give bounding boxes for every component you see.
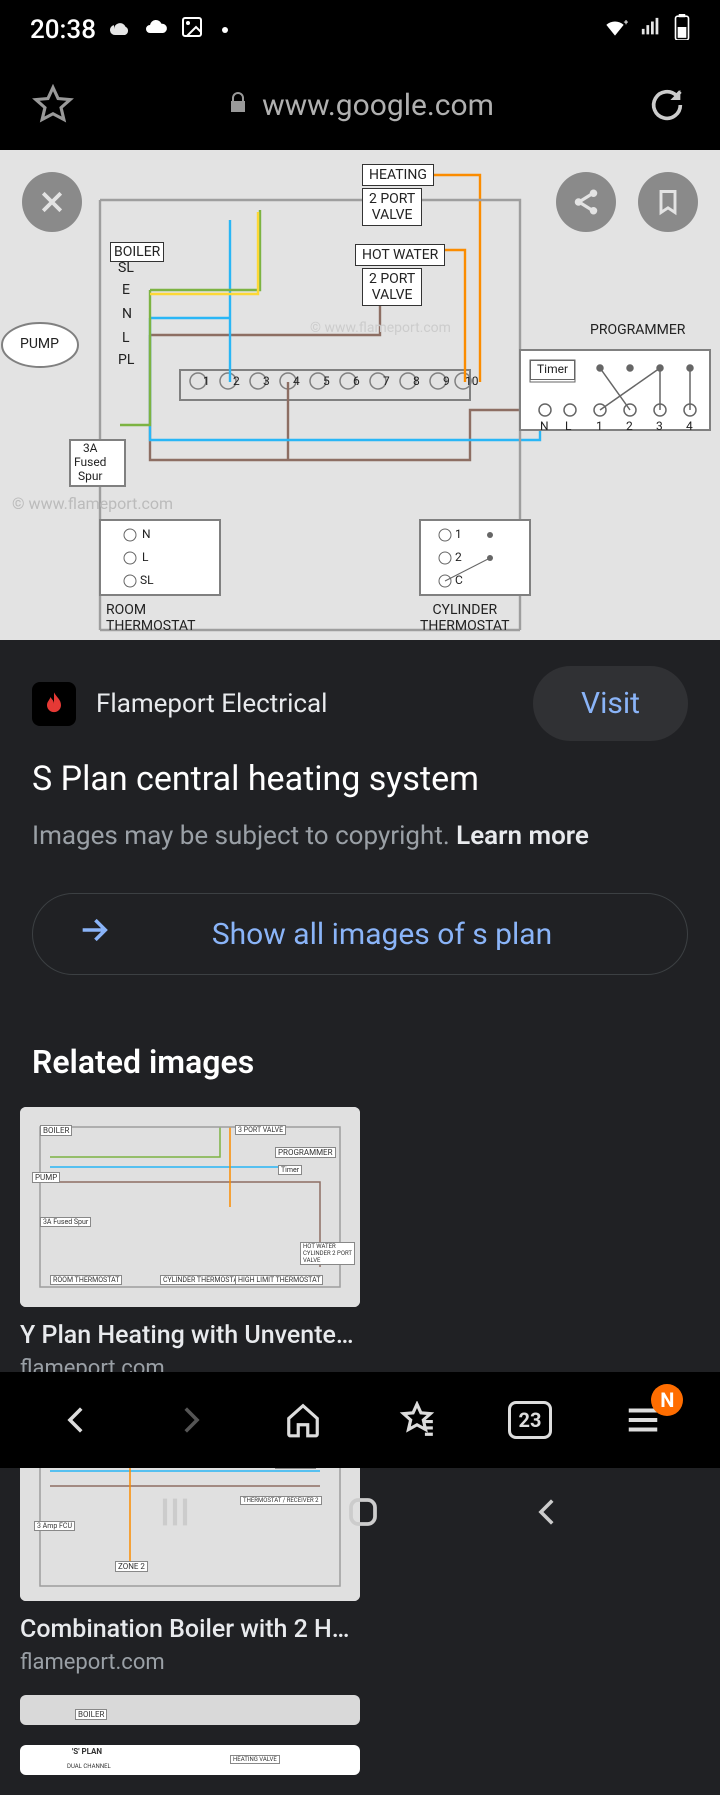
related-images-heading: Related images [0,1005,720,1107]
diagram-label-hotwater: HOT WATER [355,244,445,266]
tab-count: 23 [508,1401,552,1439]
diagram-room-L: L [142,551,148,565]
wifi-icon: + [602,14,628,47]
learn-more-link[interactable]: Learn more [456,821,589,851]
diagram-cyl-C: C [455,574,463,588]
source-name[interactable]: Flameport Electrical [96,689,327,719]
diagram-wc-2: 2 [233,375,240,389]
lock-icon [226,88,250,123]
browser-url-bar: www.google.com [0,60,720,150]
signal-icon [640,15,662,45]
bookmarks-button[interactable] [393,1396,441,1444]
system-nav-bar [0,1468,720,1560]
diagram-prog-2: 2 [626,420,633,434]
tabs-button[interactable]: 23 [506,1396,554,1444]
visit-label: Visit [581,686,640,721]
diagram-wc-9: 9 [443,375,450,389]
diagram-label-2port-2: 2 PORT VALVE [362,268,422,306]
related-image-item[interactable]: BOILER [20,1695,360,1725]
status-left: 20:38 [30,15,228,46]
diagram-prog-4: 4 [686,420,693,434]
diagram-prog-3: 3 [656,420,663,434]
browser-bottom-nav: 23 N [0,1372,720,1468]
diagram-wc-8: 8 [413,375,420,389]
close-button[interactable] [22,172,82,232]
diagram-label-pump: PUMP [20,336,59,352]
related-thumbnail: BOILER PUMP PROGRAMMER ROOM THERMOSTAT C… [20,1107,360,1307]
diagram-wc-1: 1 [203,375,210,389]
diagram-label-heating: HEATING [362,164,434,186]
status-clock: 20:38 [30,15,96,45]
diagram-label-cylinder-thermostat: CYLINDER THERMOSTAT [420,602,510,634]
cloud-icon [144,15,168,46]
diagram-prog-1: 1 [596,420,603,434]
wiring-diagram-image [0,150,720,640]
home-button[interactable] [279,1396,327,1444]
weather-icon [108,15,132,46]
diagram-wc-6: 6 [353,375,360,389]
show-all-button[interactable]: Show all images of s plan [32,893,688,975]
diagram-label-SL: SL [118,260,134,276]
related-domain: flameport.com [20,1650,360,1675]
menu-button[interactable]: N [619,1396,667,1444]
arrow-right-icon [77,913,111,955]
related-image-item[interactable]: BOILER PUMP PROGRAMMER ROOM THERMOSTAT C… [20,1107,360,1381]
diagram-label-2port-1: 2 PORT VALVE [362,188,422,226]
diagram-label-PL: PL [118,352,134,368]
diagram-label-timer: Timer [530,360,575,380]
diagram-room-N: N [142,528,151,542]
related-image-item[interactable]: 'S' PLAN DUAL CHANNEL HEATING VALVE [20,1745,360,1775]
new-badge: N [651,1384,683,1416]
more-notifications-icon [222,27,228,33]
back-button[interactable] [53,1396,101,1444]
diagram-room-SL: SL [140,574,154,588]
url-text: www.google.com [262,88,494,123]
image-viewer[interactable]: HEATING 2 PORT VALVE HOT WATER 2 PORT VA… [0,150,720,640]
diagram-wc-3: 3 [263,375,270,389]
copyright-notice: Images may be subject to copyright. Lear… [32,821,688,851]
share-button[interactable] [556,172,616,232]
diagram-label-L: L [122,330,130,346]
related-thumbnail: 'S' PLAN DUAL CHANNEL HEATING VALVE [20,1745,360,1775]
source-favicon [32,682,76,726]
diagram-label-programmer: PROGRAMMER [590,322,685,338]
visit-button[interactable]: Visit [533,666,688,741]
diagram-cyl-1: 1 [455,528,462,542]
status-bar: 20:38 + [0,0,720,60]
diagram-prog-N: N [540,420,549,434]
image-title: S Plan central heating system [32,759,688,799]
diagram-label-room-thermostat: ROOM THERMOSTAT [106,602,196,634]
image-notification-icon [180,15,204,46]
home-system-button[interactable] [345,1494,381,1534]
battery-icon [674,14,690,47]
related-thumbnail: BOILER [20,1695,360,1725]
recents-button[interactable] [155,1492,195,1536]
bookmark-star-icon[interactable] [30,82,76,128]
refresh-button[interactable] [644,82,690,128]
back-system-button[interactable] [531,1495,565,1533]
image-info-card: Flameport Electrical Visit S Plan centra… [0,640,720,1005]
forward-button[interactable] [166,1396,214,1444]
status-right: + [602,14,690,47]
diagram-label-E: E [122,282,130,298]
related-title: Y Plan Heating with Unvented… [20,1321,360,1350]
diagram-wc-7: 7 [383,375,390,389]
related-title: Combination Boiler with 2 He… [20,1615,360,1644]
diagram-wc-4: 4 [293,375,300,389]
diagram-watermark: © www.flameport.com [12,495,173,513]
svg-text:+: + [624,17,628,27]
diagram-prog-L: L [565,420,571,434]
diagram-cyl-2: 2 [455,551,462,565]
save-bookmark-button[interactable] [638,172,698,232]
url-display[interactable]: www.google.com [106,88,614,123]
diagram-watermark-2: © www.flameport.com [310,320,451,336]
show-all-label: Show all images of s plan [121,917,643,952]
diagram-wc-5: 5 [323,375,330,389]
diagram-label-fused-spur: 3A Fused Spur [74,442,106,483]
diagram-wc-10: 10 [465,375,479,389]
diagram-label-N: N [122,306,132,322]
